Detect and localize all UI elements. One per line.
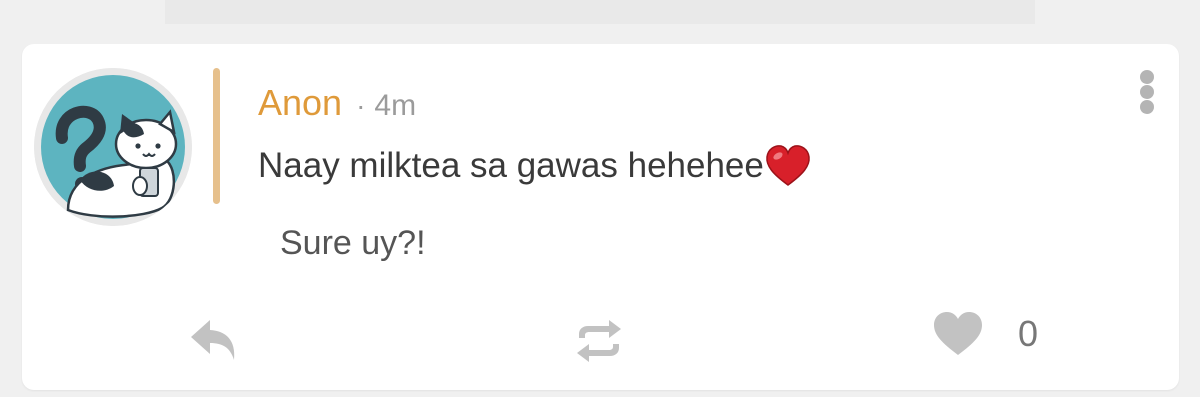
red-heart-emoji-icon (766, 145, 810, 186)
repost-button[interactable] (571, 316, 627, 366)
post-timestamp: 4m (374, 89, 417, 122)
like-button[interactable]: 0 (932, 310, 1038, 358)
reply-arrow-icon (191, 320, 235, 360)
post-message: Naay milktea sa gawas hehehee (258, 144, 811, 188)
reply-preview: Sure uy?! (280, 224, 426, 262)
cat-avatar-icon (34, 68, 192, 226)
author-name[interactable]: Anon (258, 82, 342, 124)
separator-dot: · (356, 90, 366, 121)
vertical-ellipsis-icon (1140, 85, 1154, 99)
vertical-ellipsis-icon (1140, 100, 1154, 114)
quote-bar (213, 68, 220, 204)
post-header: Anon · 4m (258, 82, 416, 128)
reply-button[interactable] (188, 316, 240, 362)
post-message-text: Naay milktea sa gawas hehehee (258, 146, 764, 185)
like-count: 0 (1018, 313, 1039, 354)
heart-icon (934, 312, 982, 355)
repost-icon (577, 320, 621, 362)
avatar[interactable] (34, 68, 192, 226)
previous-post-strip (165, 0, 1035, 24)
vertical-ellipsis-icon (1140, 70, 1154, 84)
post-card[interactable]: Anon · 4m Naay milktea sa gawas hehehee … (22, 44, 1179, 390)
more-options-button[interactable] (1133, 68, 1161, 116)
